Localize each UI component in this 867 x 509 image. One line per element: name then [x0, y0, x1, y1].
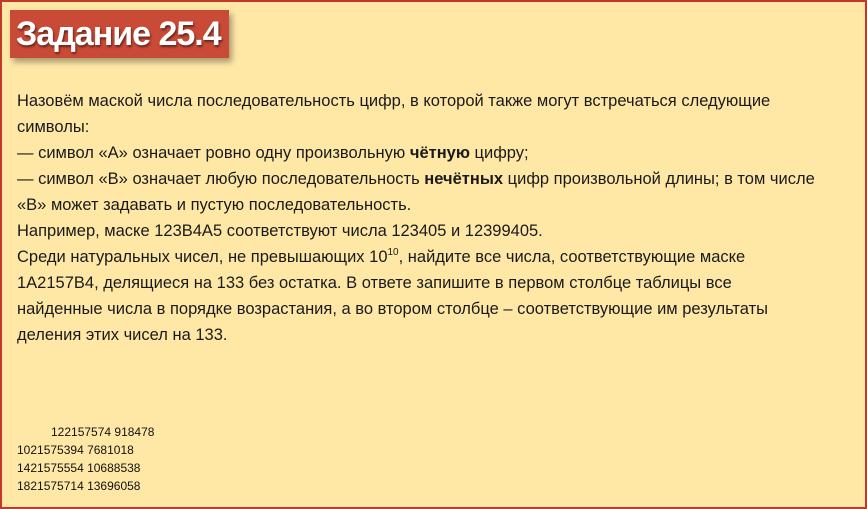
question-text-end: , найдите все числа, соответствующие мас…: [398, 248, 746, 266]
rule-b-text: — символ «B» означает любую последовател…: [17, 170, 425, 188]
example-line: Например, маске 123B4A5 соответствуют чи…: [17, 222, 543, 240]
question-line: 1A2157B4, делящиеся на 133 без остатка. …: [17, 274, 732, 292]
question-line: найденные числа в порядке возрастания, а…: [17, 300, 769, 318]
rule-b-emphasis: нечётных: [424, 170, 504, 188]
task-text: Назовём маской числа последовательность …: [17, 88, 847, 348]
exponent: 10: [387, 246, 399, 258]
title-badge: Задание 25.4: [10, 10, 229, 58]
answer-row: 1821575714 13696058: [17, 479, 141, 493]
answer-row: 1421575554 10688538: [17, 461, 141, 475]
rule-b-line-2: «B» может задавать и пустую последовател…: [17, 196, 412, 214]
task-slide: Задание 25.4 Назовём маской числа послед…: [0, 0, 867, 509]
rule-b-line: — символ «B» означает любую последовател…: [17, 166, 847, 192]
rule-a-emphasis: чётную: [409, 144, 470, 162]
question-line: Среди натуральных чисел, не превышающих …: [17, 244, 847, 270]
answer-row: 1021575394 7681018: [17, 443, 134, 457]
task-title: Задание 25.4: [16, 14, 222, 53]
task-line: Назовём маской числа последовательность …: [17, 92, 771, 110]
task-line: символы:: [17, 118, 90, 136]
question-line: деления этих чисел на 133.: [17, 326, 228, 344]
question-text: Среди натуральных чисел, не превышающих …: [17, 248, 388, 266]
answer-list: 122157574 918478 1021575394 7681018 1421…: [17, 423, 154, 495]
rule-a-line: — символ «A» означает ровно одну произво…: [17, 140, 847, 166]
answer-row: 122157574 918478: [51, 425, 155, 439]
rule-a-text: — символ «A» означает ровно одну произво…: [17, 144, 410, 162]
rule-a-text-end: цифру;: [469, 144, 529, 162]
rule-b-text-end: цифр произвольной длины; в том числе: [503, 170, 815, 188]
